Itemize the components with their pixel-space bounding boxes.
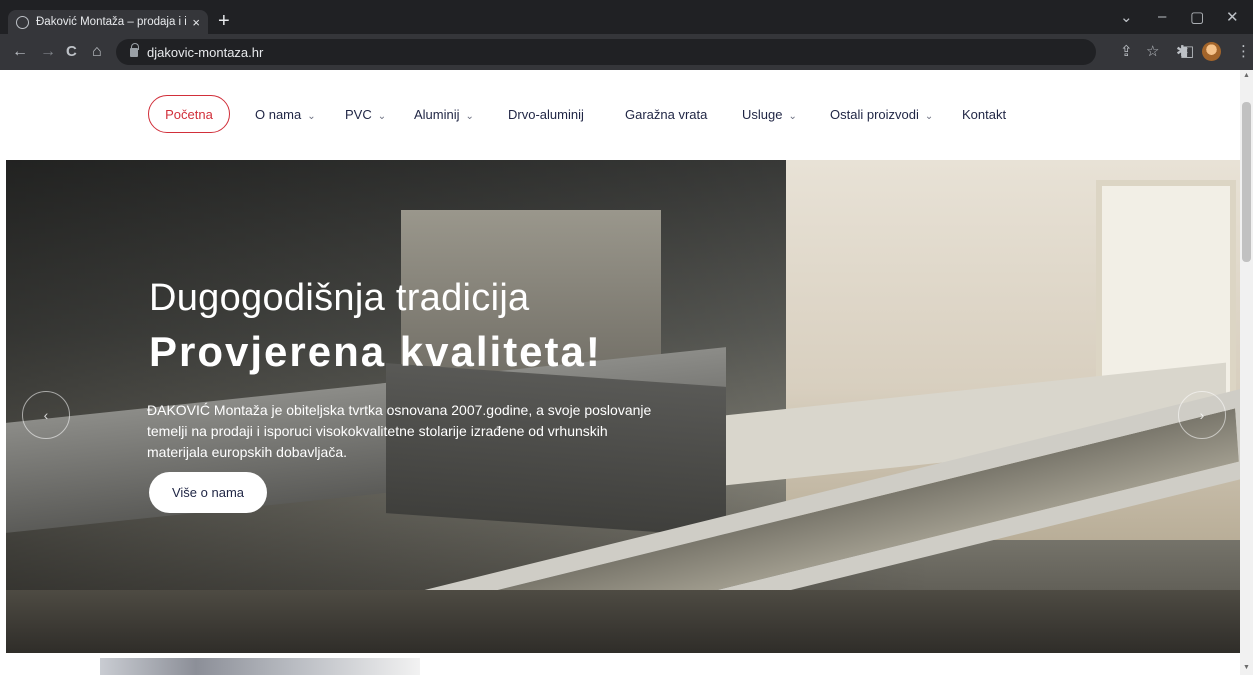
sidebar-icon[interactable]: ◧ (1180, 43, 1194, 61)
new-tab-button[interactable]: + (218, 10, 230, 32)
minimize-button[interactable]: – (1158, 8, 1166, 25)
hero-background-floor (6, 590, 1242, 653)
scroll-down-icon[interactable]: ▼ (1243, 664, 1250, 671)
slider-prev-arrow-icon[interactable]: ‹ (22, 391, 70, 439)
chevron-down-icon: ⌄ (307, 111, 316, 122)
nav-item-garazna-vrata[interactable]: Garažna vrata (625, 107, 707, 122)
nav-item-aluminij[interactable]: Aluminij ⌄ (414, 107, 474, 122)
nav-item-pvc[interactable]: PVC ⌄ (345, 107, 386, 122)
nav-item-pocetna[interactable]: Početna (148, 95, 230, 133)
back-button[interactable]: ← (12, 43, 28, 61)
nav-item-ostali-proizvodi[interactable]: Ostali proizvodi ⌄ (830, 107, 933, 122)
browser-tab[interactable]: Đaković Montaža – prodaja i isp × (8, 10, 208, 34)
tab-title: Đaković Montaža – prodaja i isp (36, 16, 187, 28)
slider-next-arrow-icon[interactable]: › (1178, 391, 1226, 439)
web-page: Početna O nama ⌄ PVC ⌄ Aluminij ⌄ Drvo-alum… (0, 70, 1242, 675)
hero-slider: Dugogodišnja tradicija Provjerena kvalit… (6, 160, 1242, 653)
url-text: djakovic-montaza.hr (147, 44, 264, 60)
tab-search-icon[interactable]: ⌄ (1120, 8, 1133, 26)
hero-subtitle: Dugogodišnja tradicija (149, 277, 530, 319)
nav-item-drvo-aluminij[interactable]: Drvo-aluminij (508, 107, 584, 122)
chevron-down-icon: ⌄ (924, 111, 934, 122)
hero-title: Provjerena kvaliteta! (149, 328, 602, 375)
globe-icon (16, 15, 29, 29)
page-scrollbar[interactable]: ▲ ▼ (1240, 70, 1253, 675)
scroll-up-icon[interactable]: ▲ (1243, 72, 1250, 79)
nav-item-o-nama[interactable]: O nama ⌄ (255, 107, 316, 122)
nav-item-kontakt[interactable]: Kontakt (962, 107, 1006, 122)
chevron-down-icon: ⌄ (377, 111, 387, 122)
browser-toolbar: ← → C ⌂ djakovic-montaza.hr ⇪ ☆ ✱ ⋮ (0, 34, 1253, 70)
more-about-us-button[interactable]: Više o nama (149, 472, 267, 513)
nav-item-usluge[interactable]: Usluge ⌄ (742, 107, 797, 122)
forward-button[interactable]: → (40, 43, 56, 61)
site-navigation: Početna O nama ⌄ PVC ⌄ Aluminij ⌄ Drvo-alum… (0, 70, 1240, 160)
browser-menu-icon[interactable]: ⋮ (1236, 43, 1251, 61)
lock-icon (130, 42, 139, 57)
browser-tab-bar: Đaković Montaža – prodaja i isp × + ⌄ – … (0, 0, 1253, 34)
maximize-button[interactable]: ▢ (1190, 8, 1204, 26)
home-button[interactable]: ⌂ (92, 43, 102, 61)
chevron-down-icon: ⌄ (465, 111, 474, 122)
tab-close-icon[interactable]: × (192, 15, 200, 30)
close-window-button[interactable]: ✕ (1226, 8, 1239, 26)
next-section-image (100, 658, 420, 675)
reload-button[interactable]: C (66, 43, 77, 61)
scrollbar-thumb[interactable] (1242, 102, 1251, 262)
profile-avatar[interactable] (1202, 42, 1221, 61)
hero-description: ĐAKOVIĆ Montaža je obiteljska tvrtka osn… (147, 402, 652, 460)
address-bar[interactable]: djakovic-montaza.hr (116, 39, 1096, 65)
share-icon[interactable]: ⇪ (1120, 43, 1133, 61)
chevron-down-icon: ⌄ (788, 111, 797, 122)
bookmark-star-icon[interactable]: ☆ (1146, 43, 1159, 61)
